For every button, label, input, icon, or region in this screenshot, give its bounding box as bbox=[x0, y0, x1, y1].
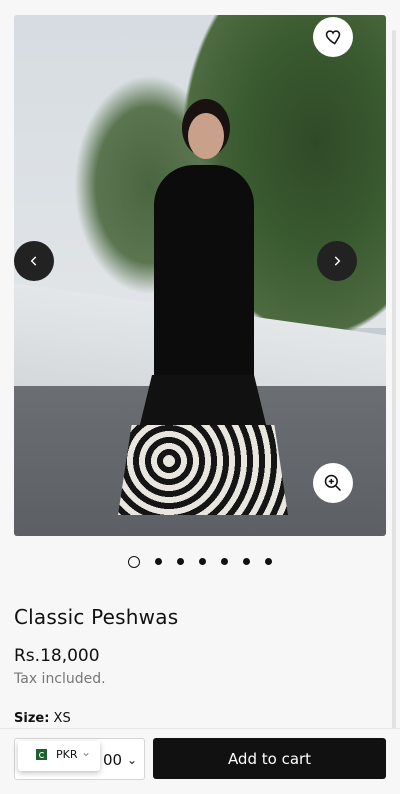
currency-selector[interactable]: PKR ⌄ bbox=[18, 741, 100, 771]
size-value: XS bbox=[53, 711, 71, 726]
add-to-cart-button[interactable]: Add to cart bbox=[153, 738, 386, 779]
chevron-right-icon bbox=[334, 256, 341, 266]
next-image-button[interactable] bbox=[317, 241, 357, 281]
gallery-pagination bbox=[0, 556, 400, 568]
gallery-dot[interactable] bbox=[265, 558, 272, 565]
page-scrollbar[interactable] bbox=[392, 30, 396, 730]
chevron-down-icon: ⌄ bbox=[81, 745, 92, 759]
size-selector-label: Size: XS bbox=[14, 711, 71, 726]
photo-model-print-hem bbox=[118, 425, 288, 515]
photo-model-head bbox=[188, 113, 224, 159]
heart-icon bbox=[325, 30, 341, 45]
gallery-dot[interactable] bbox=[199, 558, 206, 565]
gallery-dot[interactable] bbox=[128, 556, 140, 568]
zoom-button[interactable] bbox=[313, 463, 353, 503]
size-label: Size: bbox=[14, 711, 50, 726]
tax-note: Tax included. bbox=[14, 671, 106, 687]
zoom-in-icon bbox=[324, 474, 342, 492]
gallery-dot[interactable] bbox=[177, 558, 184, 565]
pakistan-flag-icon bbox=[32, 749, 47, 760]
product-title: Classic Peshwas bbox=[14, 605, 179, 629]
gallery-dot[interactable] bbox=[155, 558, 162, 565]
gallery-dot[interactable] bbox=[243, 558, 250, 565]
product-price: Rs.18,000 bbox=[14, 646, 100, 666]
favorite-button[interactable] bbox=[313, 17, 353, 57]
previous-image-button[interactable] bbox=[14, 241, 54, 281]
quantity-value: 00 bbox=[103, 751, 123, 769]
chevron-down-icon: ⌄ bbox=[127, 753, 138, 767]
currency-code: PKR bbox=[56, 748, 78, 761]
chevron-left-icon bbox=[30, 256, 37, 266]
gallery-dot[interactable] bbox=[221, 558, 228, 565]
